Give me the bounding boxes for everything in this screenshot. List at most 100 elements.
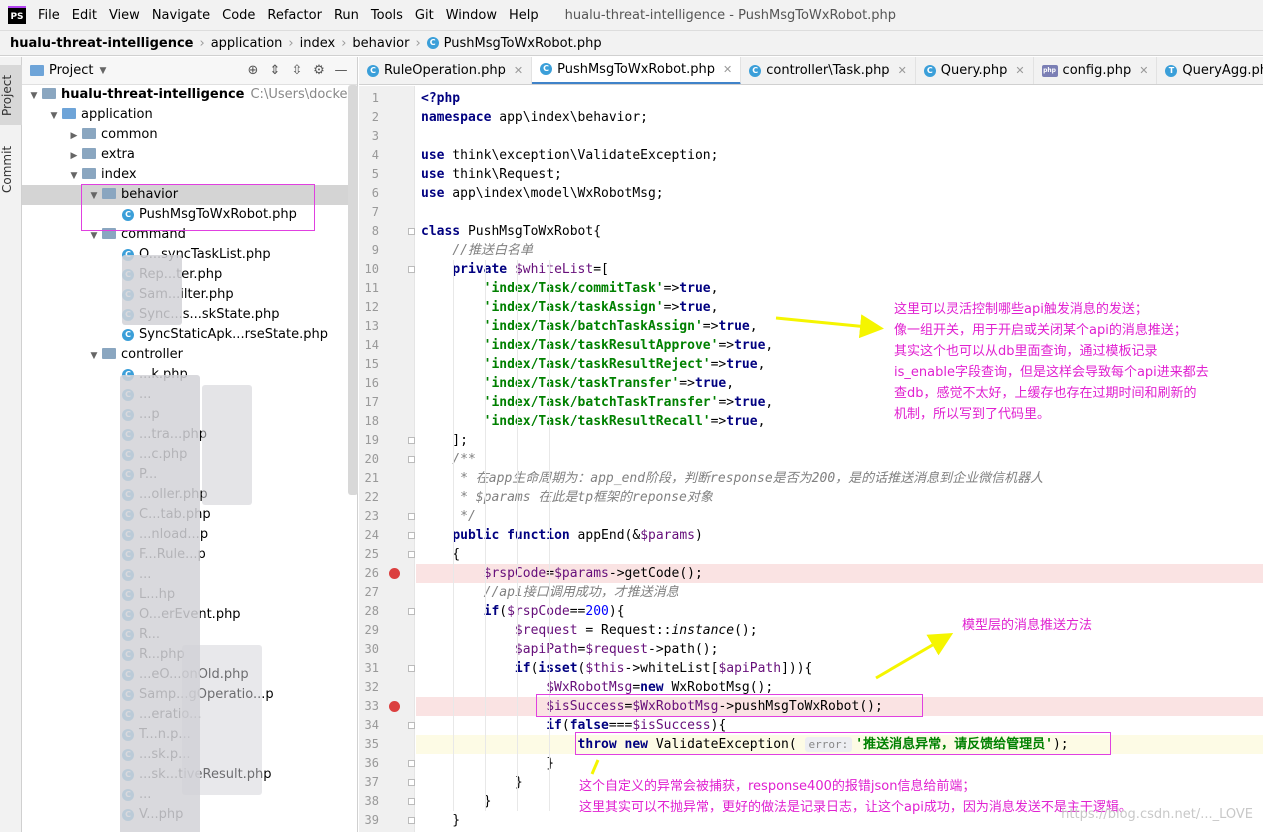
close-icon[interactable]: ✕ bbox=[723, 63, 732, 76]
fold-marker-icon[interactable] bbox=[408, 779, 415, 786]
collapse-all-icon[interactable]: ⇳ bbox=[289, 63, 305, 78]
tree-scrollbar[interactable] bbox=[348, 85, 358, 495]
code-line[interactable]: $apiPath=$request->path(); bbox=[416, 640, 1263, 659]
editor-tab[interactable]: C Query.php ✕ bbox=[916, 57, 1034, 84]
editor-tab[interactable]: php config.php ✕ bbox=[1034, 57, 1158, 84]
tree-file[interactable]: CRep...ter.php bbox=[22, 265, 358, 285]
close-icon[interactable]: ✕ bbox=[898, 64, 907, 77]
tree-file[interactable]: CSync...s...skState.php bbox=[22, 305, 358, 325]
menu-item-navigate[interactable]: Navigate bbox=[146, 8, 216, 23]
menu-item-run[interactable]: Run bbox=[328, 8, 365, 23]
code-line[interactable]: } bbox=[416, 754, 1263, 773]
fold-marker-icon[interactable] bbox=[408, 266, 415, 273]
fold-marker-icon[interactable] bbox=[408, 665, 415, 672]
code-line[interactable]: class PushMsgToWxRobot{ bbox=[416, 222, 1263, 241]
code-line[interactable]: public function appEnd(&$params) bbox=[416, 526, 1263, 545]
breadcrumb-item[interactable]: hualu-threat-intelligence bbox=[10, 36, 193, 51]
chevron-down-icon[interactable]: ▼ bbox=[88, 346, 100, 366]
code-line[interactable]: namespace app\index\behavior; bbox=[416, 108, 1263, 127]
fold-marker-icon[interactable] bbox=[408, 722, 415, 729]
breadcrumb-item[interactable]: behavior bbox=[352, 36, 409, 51]
code-line[interactable]: if($rspCode==200){ bbox=[416, 602, 1263, 621]
editor-tab[interactable]: C PushMsgToWxRobot.php ✕ bbox=[532, 57, 742, 84]
expand-all-icon[interactable]: ⇕ bbox=[267, 63, 283, 78]
fold-marker-icon[interactable] bbox=[408, 228, 415, 235]
fold-marker-icon[interactable] bbox=[408, 608, 415, 615]
close-icon[interactable]: ✕ bbox=[1015, 64, 1024, 77]
fold-marker-icon[interactable] bbox=[408, 513, 415, 520]
chevron-right-icon[interactable]: ▶ bbox=[68, 146, 80, 166]
code-line[interactable]: //api接口调用成功，才推送消息 bbox=[416, 583, 1263, 602]
tree-folder[interactable]: ▶ extra bbox=[22, 145, 358, 165]
tree-file[interactable]: C SyncStaticApk...rseState.php bbox=[22, 325, 358, 345]
code-line[interactable]: { bbox=[416, 545, 1263, 564]
breadcrumb-item[interactable]: application bbox=[211, 36, 283, 51]
fold-marker-icon[interactable] bbox=[408, 456, 415, 463]
code-line[interactable]: ]; bbox=[416, 431, 1263, 450]
menu-item-code[interactable]: Code bbox=[216, 8, 261, 23]
code-line[interactable]: //推送白名单 bbox=[416, 241, 1263, 260]
tree-folder[interactable]: ▶ common bbox=[22, 125, 358, 145]
code-line[interactable]: $rspCode=$params->getCode(); bbox=[416, 564, 1263, 583]
tree-root[interactable]: ▼ hualu-threat-intelligence C:\Users\docke… bbox=[22, 85, 358, 105]
menu-item-help[interactable]: Help bbox=[503, 8, 545, 23]
code-line[interactable] bbox=[416, 203, 1263, 222]
fold-marker-icon[interactable] bbox=[408, 551, 415, 558]
code-line[interactable]: use app\index\model\WxRobotMsg; bbox=[416, 184, 1263, 203]
code-line[interactable]: <?php bbox=[416, 89, 1263, 108]
editor-tab[interactable]: TQueryAgg.php✕ bbox=[1157, 57, 1263, 84]
code-line[interactable]: use think\Request; bbox=[416, 165, 1263, 184]
breakpoint-icon[interactable] bbox=[389, 568, 400, 579]
chevron-down-icon[interactable]: ▼ bbox=[99, 66, 106, 76]
code-line[interactable]: use think\exception\ValidateException; bbox=[416, 146, 1263, 165]
tree-folder[interactable]: ▼ controller bbox=[22, 345, 358, 365]
code-line[interactable] bbox=[416, 127, 1263, 146]
code-line[interactable]: */ bbox=[416, 507, 1263, 526]
code-line[interactable]: * 在app生命周期为：app_end阶段，判断response是否为200，是… bbox=[416, 469, 1263, 488]
tree-file[interactable]: C O...syncTaskList.php bbox=[22, 245, 358, 265]
fold-marker-icon[interactable] bbox=[408, 437, 415, 444]
chevron-down-icon[interactable]: ▼ bbox=[48, 106, 60, 126]
folder-icon bbox=[102, 348, 116, 359]
menu-item-git[interactable]: Git bbox=[409, 8, 440, 23]
menu-item-file[interactable]: File bbox=[32, 8, 66, 23]
code-line[interactable]: if(isset($this->whiteList[$apiPath])){ bbox=[416, 659, 1263, 678]
code-line[interactable]: * $params 在此是tp框架的reponse对象 bbox=[416, 488, 1263, 507]
fold-marker-icon[interactable] bbox=[408, 532, 415, 539]
breadcrumb-item[interactable]: PushMsgToWxRobot.php bbox=[444, 36, 602, 51]
gear-icon[interactable]: ⚙ bbox=[311, 63, 327, 78]
fold-marker-icon[interactable] bbox=[408, 760, 415, 767]
chevron-down-icon[interactable]: ▼ bbox=[68, 166, 80, 186]
breakpoint-icon[interactable] bbox=[389, 701, 400, 712]
menu-item-window[interactable]: Window bbox=[440, 8, 503, 23]
menu-item-refactor[interactable]: Refactor bbox=[261, 8, 328, 23]
tree-file[interactable]: CSam...ilter.php bbox=[22, 285, 358, 305]
tree-folder[interactable]: ▼ application bbox=[22, 105, 358, 125]
code-line[interactable]: private $whiteList=[ bbox=[416, 260, 1263, 279]
breadcrumb-item[interactable]: index bbox=[300, 36, 336, 51]
fold-marker-icon[interactable] bbox=[408, 817, 415, 824]
project-panel-title[interactable]: Project bbox=[49, 63, 93, 78]
menu-item-edit[interactable]: Edit bbox=[66, 8, 103, 23]
editor-tab[interactable]: Ccontroller\Task.php ✕ bbox=[741, 57, 916, 84]
fold-marker-icon[interactable] bbox=[408, 798, 415, 805]
code-line[interactable]: /** bbox=[416, 450, 1263, 469]
commit-tool-tab[interactable]: Commit bbox=[0, 139, 22, 199]
close-icon[interactable]: ✕ bbox=[1139, 64, 1148, 77]
editor-gutter[interactable]: 1 2 3 4 5 6 7 8 9 10 11 12 13 14 15 16 17 18 19 20 21 22 23 24 2… bbox=[359, 86, 415, 832]
minimize-icon[interactable]: — bbox=[333, 63, 349, 78]
editor-tab[interactable]: C RuleOperation.php ✕ bbox=[359, 57, 533, 84]
code-line[interactable]: 'index/Task/commitTask'=>true, bbox=[416, 279, 1263, 298]
chevron-right-icon[interactable]: ▶ bbox=[68, 126, 80, 146]
editor-tabs: C RuleOperation.php ✕ C PushMsgToWxRobot.php… bbox=[359, 57, 1263, 85]
chevron-down-icon[interactable]: ▼ bbox=[28, 86, 40, 106]
tree-folder[interactable]: ▼ index bbox=[22, 165, 358, 185]
line-number: 26 bbox=[364, 566, 379, 580]
project-tool-tab[interactable]: Project bbox=[0, 65, 22, 125]
locate-icon[interactable]: ⊕ bbox=[245, 63, 261, 78]
code-line[interactable]: $request = Request::instance(); bbox=[416, 621, 1263, 640]
menu-item-tools[interactable]: Tools bbox=[365, 8, 409, 23]
close-icon[interactable]: ✕ bbox=[514, 64, 523, 77]
code-editor[interactable]: <?php namespace app\index\behavior; use th… bbox=[416, 86, 1263, 832]
menu-item-view[interactable]: View bbox=[103, 8, 146, 23]
